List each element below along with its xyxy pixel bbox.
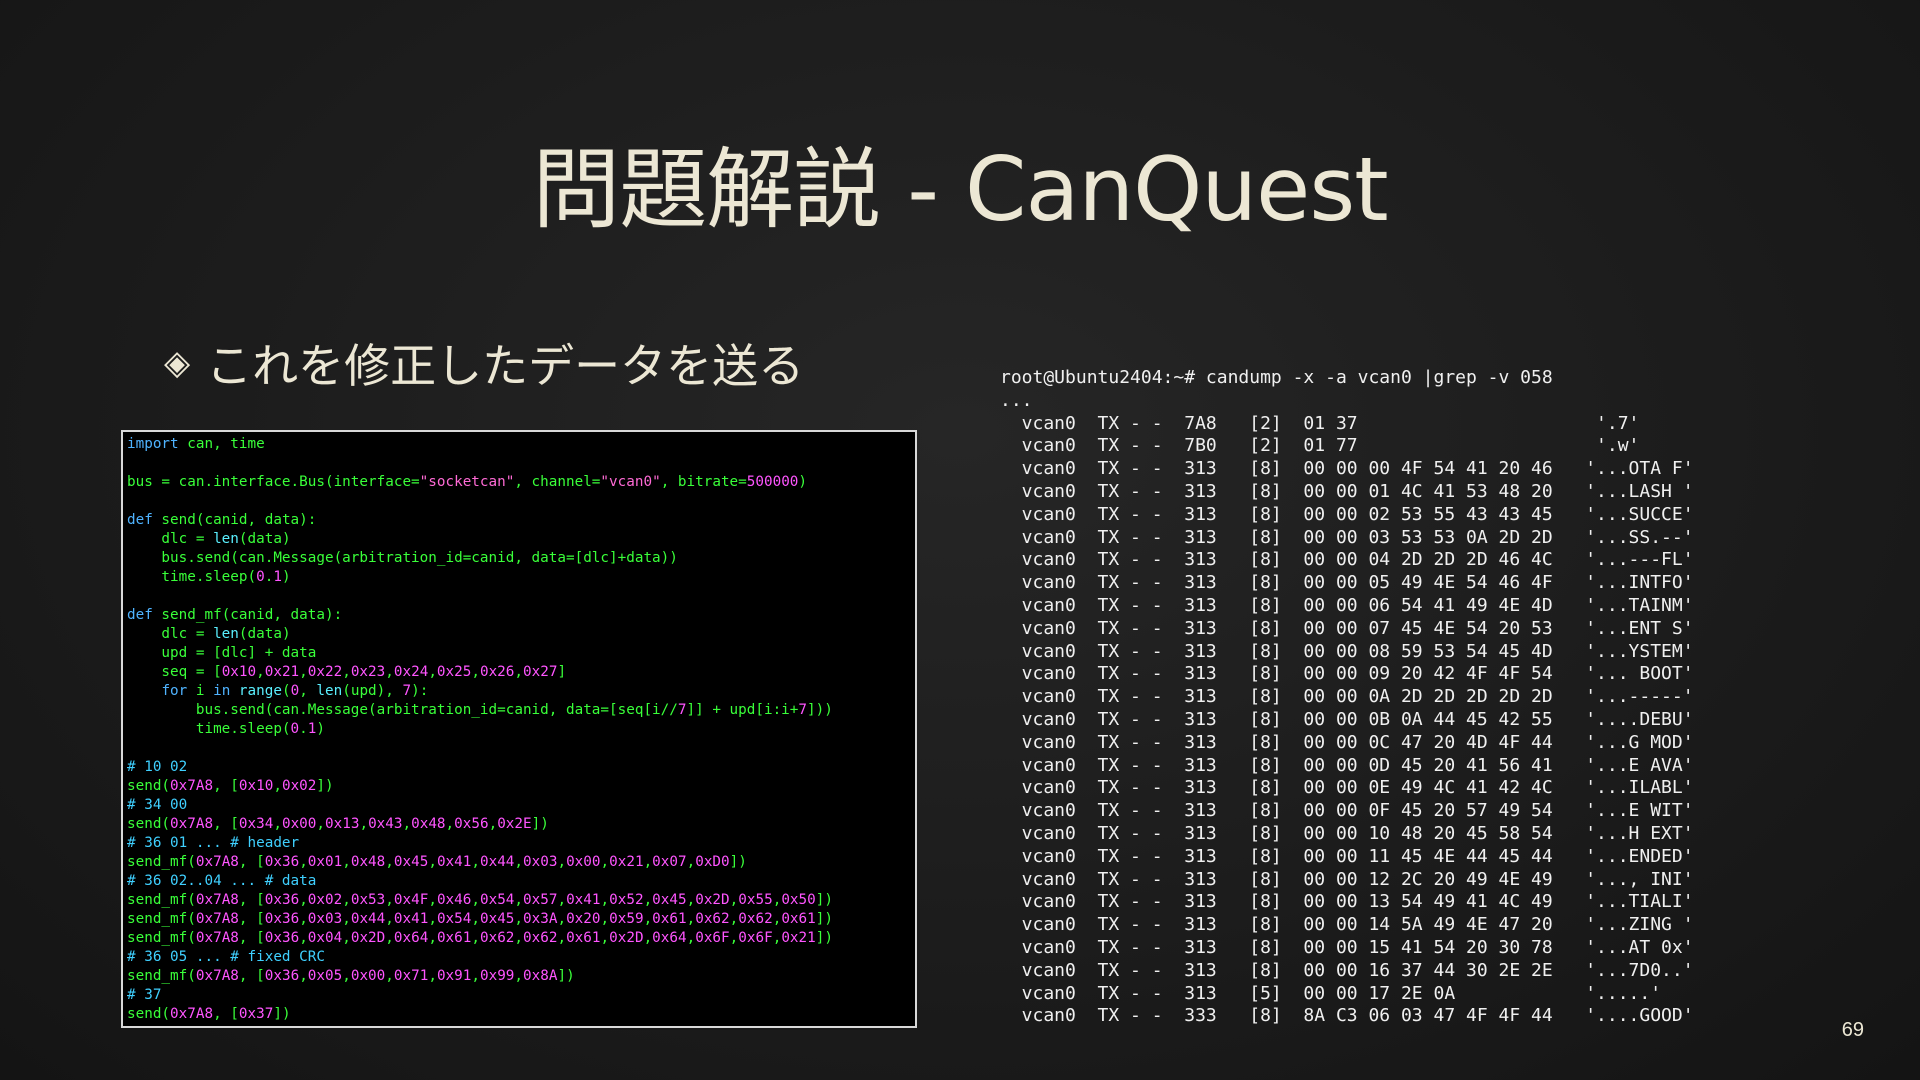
diamond-bullet-icon: ◈: [164, 343, 191, 383]
bullet-text: これを修正したデータを送る: [206, 339, 805, 393]
page-number: 69: [1841, 1019, 1864, 1041]
slide-title: 問題解説 - CanQuest: [532, 138, 1388, 241]
terminal-output: root@Ubuntu2404:~# candump -x -a vcan0 |…: [1000, 367, 1760, 1037]
python-code-block: import can, time bus = can.interface.Bus…: [127, 436, 833, 1022]
bullet-point: ◈ これを修正したデータを送る: [164, 330, 804, 396]
candump-output: root@Ubuntu2404:~# candump -x -a vcan0 |…: [1000, 367, 1694, 1027]
code-screenshot: import can, time bus = can.interface.Bus…: [121, 430, 917, 1028]
